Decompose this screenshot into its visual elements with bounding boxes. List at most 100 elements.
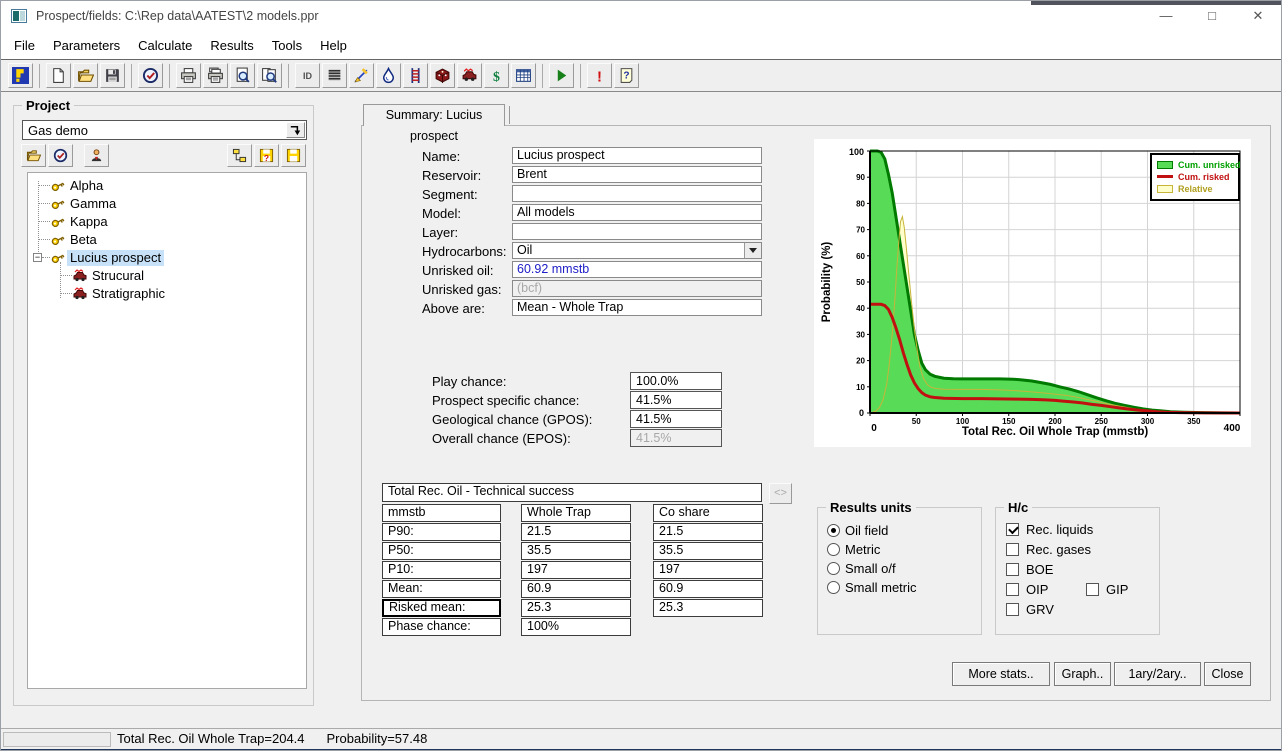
menu-help[interactable]: Help [311,34,356,57]
close-icon[interactable]: ✕ [1235,1,1281,31]
menu-parameters[interactable]: Parameters [44,34,129,57]
validate-project-button[interactable] [48,144,73,167]
dropdown-button[interactable] [744,243,761,258]
tree-collapse-button[interactable]: − [33,253,42,262]
tree-item-label[interactable]: Kappa [67,214,111,230]
table-cell-whole-trap[interactable]: 100% [521,618,631,636]
help-button[interactable] [614,63,639,88]
save-as-query-button[interactable] [254,144,279,167]
more-stats-button[interactable]: More stats.. [952,662,1050,686]
title-bar[interactable]: Prospect/fields: C:\Rep data\AATEST\2 mo… [1,1,1281,31]
tree-structure-button[interactable] [227,144,252,167]
field-input-layer[interactable] [512,223,762,240]
data-table-button[interactable] [322,63,347,88]
table-cell-whole-trap[interactable]: 60.9 [521,580,631,598]
alert-button[interactable] [587,63,612,88]
id-icon [299,67,316,84]
field-input-reservoir[interactable]: Brent [512,166,762,183]
table-expander-button[interactable]: <> [769,483,792,504]
radio-label: Oil field [845,523,888,538]
checkbox-oip[interactable]: OIP [1006,582,1048,597]
engineering-button[interactable] [457,63,482,88]
table-cell-whole-trap[interactable]: 197 [521,561,631,579]
field-input-model[interactable]: All models [512,204,762,221]
table-cell-co-share[interactable]: 21.5 [653,523,763,541]
table-cell-whole-trap[interactable]: 35.5 [521,542,631,560]
tree-item-label[interactable]: Gamma [67,196,119,212]
tree-item-stratigraphic[interactable]: Stratigraphic [28,285,306,303]
project-combobox[interactable]: Gas demo [22,120,307,140]
table-cell-co-share[interactable]: 25.3 [653,599,763,617]
table-cell-co-share[interactable]: 35.5 [653,542,763,560]
tree-item-label[interactable]: Alpha [67,178,106,194]
table-cell-whole-trap[interactable]: 25.3 [521,599,631,617]
tree-item-label[interactable]: Stratigraphic [89,286,168,302]
combobox-drop-button[interactable] [286,122,305,138]
close-button[interactable]: Close [1204,662,1251,686]
checkbox-rec--liquids[interactable]: Rec. liquids [1006,522,1093,537]
status-text: Total Rec. Oil Whole Trap=204.4Probabili… [117,731,449,746]
validate-button[interactable] [138,63,163,88]
radio-small-metric[interactable]: Small metric [827,580,917,595]
menu-tools[interactable]: Tools [263,34,311,57]
checkbox-grv[interactable]: GRV [1006,602,1054,617]
tab-summary[interactable]: Summary: Lucius prospect [363,104,505,126]
tree-item-gamma[interactable]: Gamma [28,195,306,213]
radio-oil-field[interactable]: Oil field [827,523,888,538]
tree-item-lucius-prospect[interactable]: − Lucius prospect [28,249,306,267]
field-input-aboveare[interactable]: Mean - Whole Trap [512,299,762,316]
print-preview-all-button[interactable] [257,63,282,88]
radio-small-o-f[interactable]: Small o/f [827,561,896,576]
run-calculation-button[interactable] [549,63,574,88]
spreadsheet-button[interactable] [511,63,536,88]
tree-item-beta[interactable]: Beta [28,231,306,249]
chance-value-field[interactable]: 41.5% [630,391,722,409]
1ary-2ary-button[interactable]: 1ary/2ary.. [1114,662,1201,686]
id-button[interactable] [295,63,320,88]
new-file-button[interactable] [46,63,71,88]
open-file-button[interactable] [73,63,98,88]
maximize-icon[interactable]: □ [1189,1,1235,31]
edit-inputs-button[interactable] [349,63,374,88]
checkbox-rec--gases[interactable]: Rec. gases [1006,542,1091,557]
table-cell-co-share[interactable]: 197 [653,561,763,579]
tree-item-label[interactable]: Lucius prospect [67,250,164,266]
chance-value-field[interactable]: 41.5% [630,429,722,447]
tree-item-alpha[interactable]: Alpha [28,177,306,195]
preview-multi-icon [261,67,278,84]
print-preview-button[interactable] [230,63,255,88]
graph-button[interactable]: Graph.. [1054,662,1111,686]
risk-button[interactable] [403,63,428,88]
chance-value-field[interactable]: 41.5% [630,410,722,428]
menu-file[interactable]: File [5,34,44,57]
checkbox-boe[interactable]: BOE [1006,562,1053,577]
radio-metric[interactable]: Metric [827,542,880,557]
open-project-button[interactable] [21,144,46,167]
tree-item-label[interactable]: Strucural [89,268,147,284]
table-cell-whole-trap[interactable]: 21.5 [521,523,631,541]
checkbox-gip[interactable]: GIP [1086,582,1128,597]
field-input-hydrocarbons[interactable]: Oil [512,242,762,259]
tree-item-label[interactable]: Beta [67,232,100,248]
tree-item-strucural[interactable]: Strucural [28,267,306,285]
print-button[interactable] [176,63,201,88]
app-logo-button[interactable] [8,63,33,88]
project-groupbox-label: Project [22,98,74,113]
monte-carlo-button[interactable] [430,63,455,88]
print-all-button[interactable] [203,63,228,88]
save-file-button[interactable] [100,63,125,88]
economics-button[interactable] [484,63,509,88]
user-button[interactable] [84,144,109,167]
menu-calculate[interactable]: Calculate [129,34,201,57]
save-project-button[interactable] [281,144,306,167]
field-input-name[interactable]: Lucius prospect [512,147,762,164]
tree-item-kappa[interactable]: Kappa [28,213,306,231]
field-input-unriskedgas[interactable]: (bcf) [512,280,762,297]
table-cell-co-share[interactable]: 60.9 [653,580,763,598]
chance-value-field[interactable]: 100.0% [630,372,722,390]
field-input-segment[interactable] [512,185,762,202]
fluids-button[interactable] [376,63,401,88]
field-input-unriskedoil[interactable]: 60.92 mmstb [512,261,762,278]
menu-results[interactable]: Results [201,34,262,57]
minimize-icon[interactable]: — [1143,1,1189,31]
